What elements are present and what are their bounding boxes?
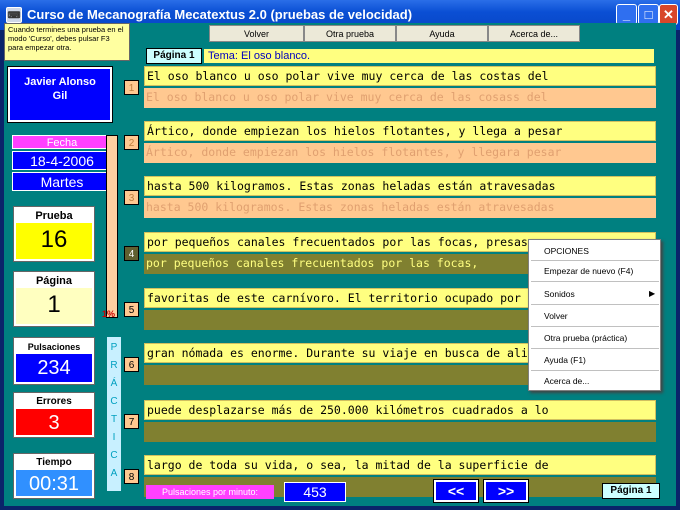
line-number: 4 <box>124 246 139 261</box>
date-label: Fecha <box>12 135 112 149</box>
pagina-box: Página 1 <box>13 271 95 327</box>
pulsaciones-box: Pulsaciones 234 <box>13 337 95 385</box>
typed-text-line: El oso blanco u oso polar vive muy cerca… <box>144 88 656 108</box>
ppm-value: 453 <box>284 482 346 502</box>
errores-value: 3 <box>48 412 60 434</box>
window-title: Curso de Mecanografía Mecatextus 2.0 (pr… <box>27 7 413 22</box>
close-button[interactable]: ✕ <box>659 4 678 25</box>
practica-letter: R <box>110 360 118 371</box>
main-area: Cuando termines una prueba en el modo 'C… <box>4 23 676 506</box>
hint-note: Cuando termines una prueba en el modo 'C… <box>4 23 130 61</box>
prueba-value: 16 <box>40 226 68 253</box>
line-number: 6 <box>124 357 139 372</box>
acerca-button[interactable]: Acerca de... <box>488 25 580 42</box>
minimize-button[interactable]: _ <box>616 4 637 25</box>
model-text-line: Ártico, donde empiezan los hielos flotan… <box>144 121 656 141</box>
tiempo-label: Tiempo <box>16 456 92 470</box>
submenu-arrow-icon: ▶ <box>649 289 656 298</box>
practica-letter: C <box>110 396 118 407</box>
errores-label: Errores <box>16 395 92 409</box>
ppm-label: Pulsaciones por minuto: <box>146 485 274 499</box>
topic-title: Tema: El oso blanco. <box>204 49 654 63</box>
practica-letter: T <box>110 414 118 425</box>
menu-separator <box>531 370 659 371</box>
user-name-line2: Gil <box>52 90 68 102</box>
model-text-line: largo de toda su vida, o sea, la mitad d… <box>144 455 656 475</box>
typed-text-line <box>144 422 656 442</box>
menu-item-ayuda[interactable]: Ayuda (F1) <box>544 355 586 365</box>
page-badge: Página 1 <box>146 48 202 64</box>
pagina-label: Página <box>16 274 92 288</box>
prueba-box: Prueba 16 <box>13 206 95 262</box>
line-number: 7 <box>124 414 139 429</box>
menu-item-sonidos[interactable]: Sonidos <box>544 289 575 299</box>
day-value: Martes <box>12 172 112 191</box>
pagina-value: 1 <box>47 291 61 318</box>
practica-letter: Á <box>110 378 118 389</box>
menu-separator <box>531 348 659 349</box>
menu-separator <box>531 281 659 282</box>
typed-text-line: hasta 500 kilogramos. Estas zonas helada… <box>144 198 656 218</box>
next-page-button[interactable]: >> <box>483 479 529 503</box>
line-number: 5 <box>124 302 139 317</box>
menu-item-otra-prueba[interactable]: Otra prueba (práctica) <box>544 333 627 343</box>
menu-item-empezar[interactable]: Empezar de nuevo (F4) <box>544 266 633 276</box>
line-number: 2 <box>124 135 139 150</box>
menu-item-volver[interactable]: Volver <box>544 311 568 321</box>
tiempo-value: 00:31 <box>28 473 80 495</box>
prev-page-button[interactable]: << <box>433 479 479 503</box>
app-icon: ⌨ <box>6 7 22 23</box>
user-name-line1: Javier Alonso <box>24 76 96 88</box>
maximize-button[interactable]: □ <box>638 4 659 25</box>
otra-prueba-button[interactable]: Otra prueba <box>304 25 396 42</box>
progress-bar <box>106 135 118 318</box>
menu-separator <box>531 260 659 261</box>
line-number: 3 <box>124 190 139 205</box>
prueba-label: Prueba <box>16 209 92 223</box>
menu-title: OPCIONES <box>544 246 589 256</box>
model-text-line: hasta 500 kilogramos. Estas zonas helada… <box>144 176 656 196</box>
date-value: 18-4-2006 <box>12 151 112 170</box>
line-number: 1 <box>124 80 139 95</box>
errores-box: Errores 3 <box>13 392 95 438</box>
ayuda-button[interactable]: Ayuda <box>396 25 488 42</box>
volver-button[interactable]: Volver <box>209 25 304 42</box>
user-name-box: Javier Alonso Gil <box>7 66 113 123</box>
typed-text-line: Ártico, donde empiezan los hielos flotan… <box>144 143 656 163</box>
tiempo-box: Tiempo 00:31 <box>13 453 95 499</box>
app-window: ⌨ Curso de Mecanografía Mecatextus 2.0 (… <box>0 0 680 510</box>
menu-separator <box>531 304 659 305</box>
progress-label: 1% <box>102 309 116 319</box>
pulsaciones-label: Pulsaciones <box>16 340 92 354</box>
options-context-menu: OPCIONES Empezar de nuevo (F4) Sonidos ▶… <box>528 239 661 391</box>
model-text-line: puede desplazarse más de 250.000 kilómet… <box>144 400 656 420</box>
practica-letter: I <box>112 432 116 443</box>
pulsaciones-value: 234 <box>37 357 71 379</box>
menu-item-acerca[interactable]: Acerca de... <box>544 376 589 386</box>
page-badge-bottom: Página 1 <box>602 483 660 499</box>
practica-letter: C <box>110 450 118 461</box>
practica-letter: P <box>110 342 118 353</box>
menu-separator <box>531 326 659 327</box>
practica-letter: A <box>110 468 118 479</box>
practica-vertical-label: PRÁCTICA <box>107 337 121 491</box>
model-text-line: El oso blanco u oso polar vive muy cerca… <box>144 66 656 86</box>
line-number: 8 <box>124 469 139 484</box>
